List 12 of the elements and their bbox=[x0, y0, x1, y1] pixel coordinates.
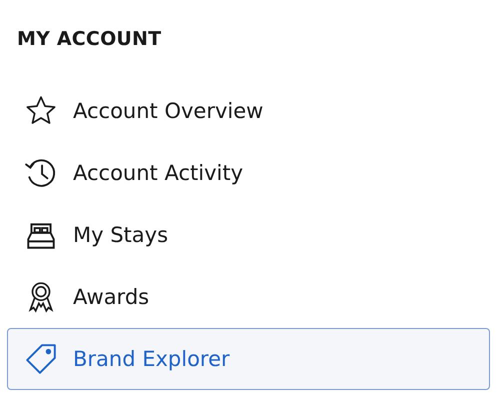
menu-item-label: Account Overview bbox=[73, 99, 264, 123]
menu-item-label: Awards bbox=[73, 285, 150, 309]
menu-item[interactable]: Account Overview bbox=[7, 80, 490, 142]
menu-item[interactable]: Awards bbox=[7, 266, 490, 328]
menu-item[interactable]: Account Activity bbox=[7, 142, 490, 204]
menu-item-label: My Stays bbox=[73, 223, 168, 247]
tag-icon bbox=[24, 342, 58, 376]
section-heading: MY ACCOUNT bbox=[17, 28, 162, 50]
menu-item-label: Account Activity bbox=[73, 161, 243, 185]
menu-item[interactable]: My Stays bbox=[7, 204, 490, 266]
menu-item[interactable]: Brand Explorer bbox=[7, 328, 490, 390]
menu-item-label: Brand Explorer bbox=[73, 347, 230, 371]
